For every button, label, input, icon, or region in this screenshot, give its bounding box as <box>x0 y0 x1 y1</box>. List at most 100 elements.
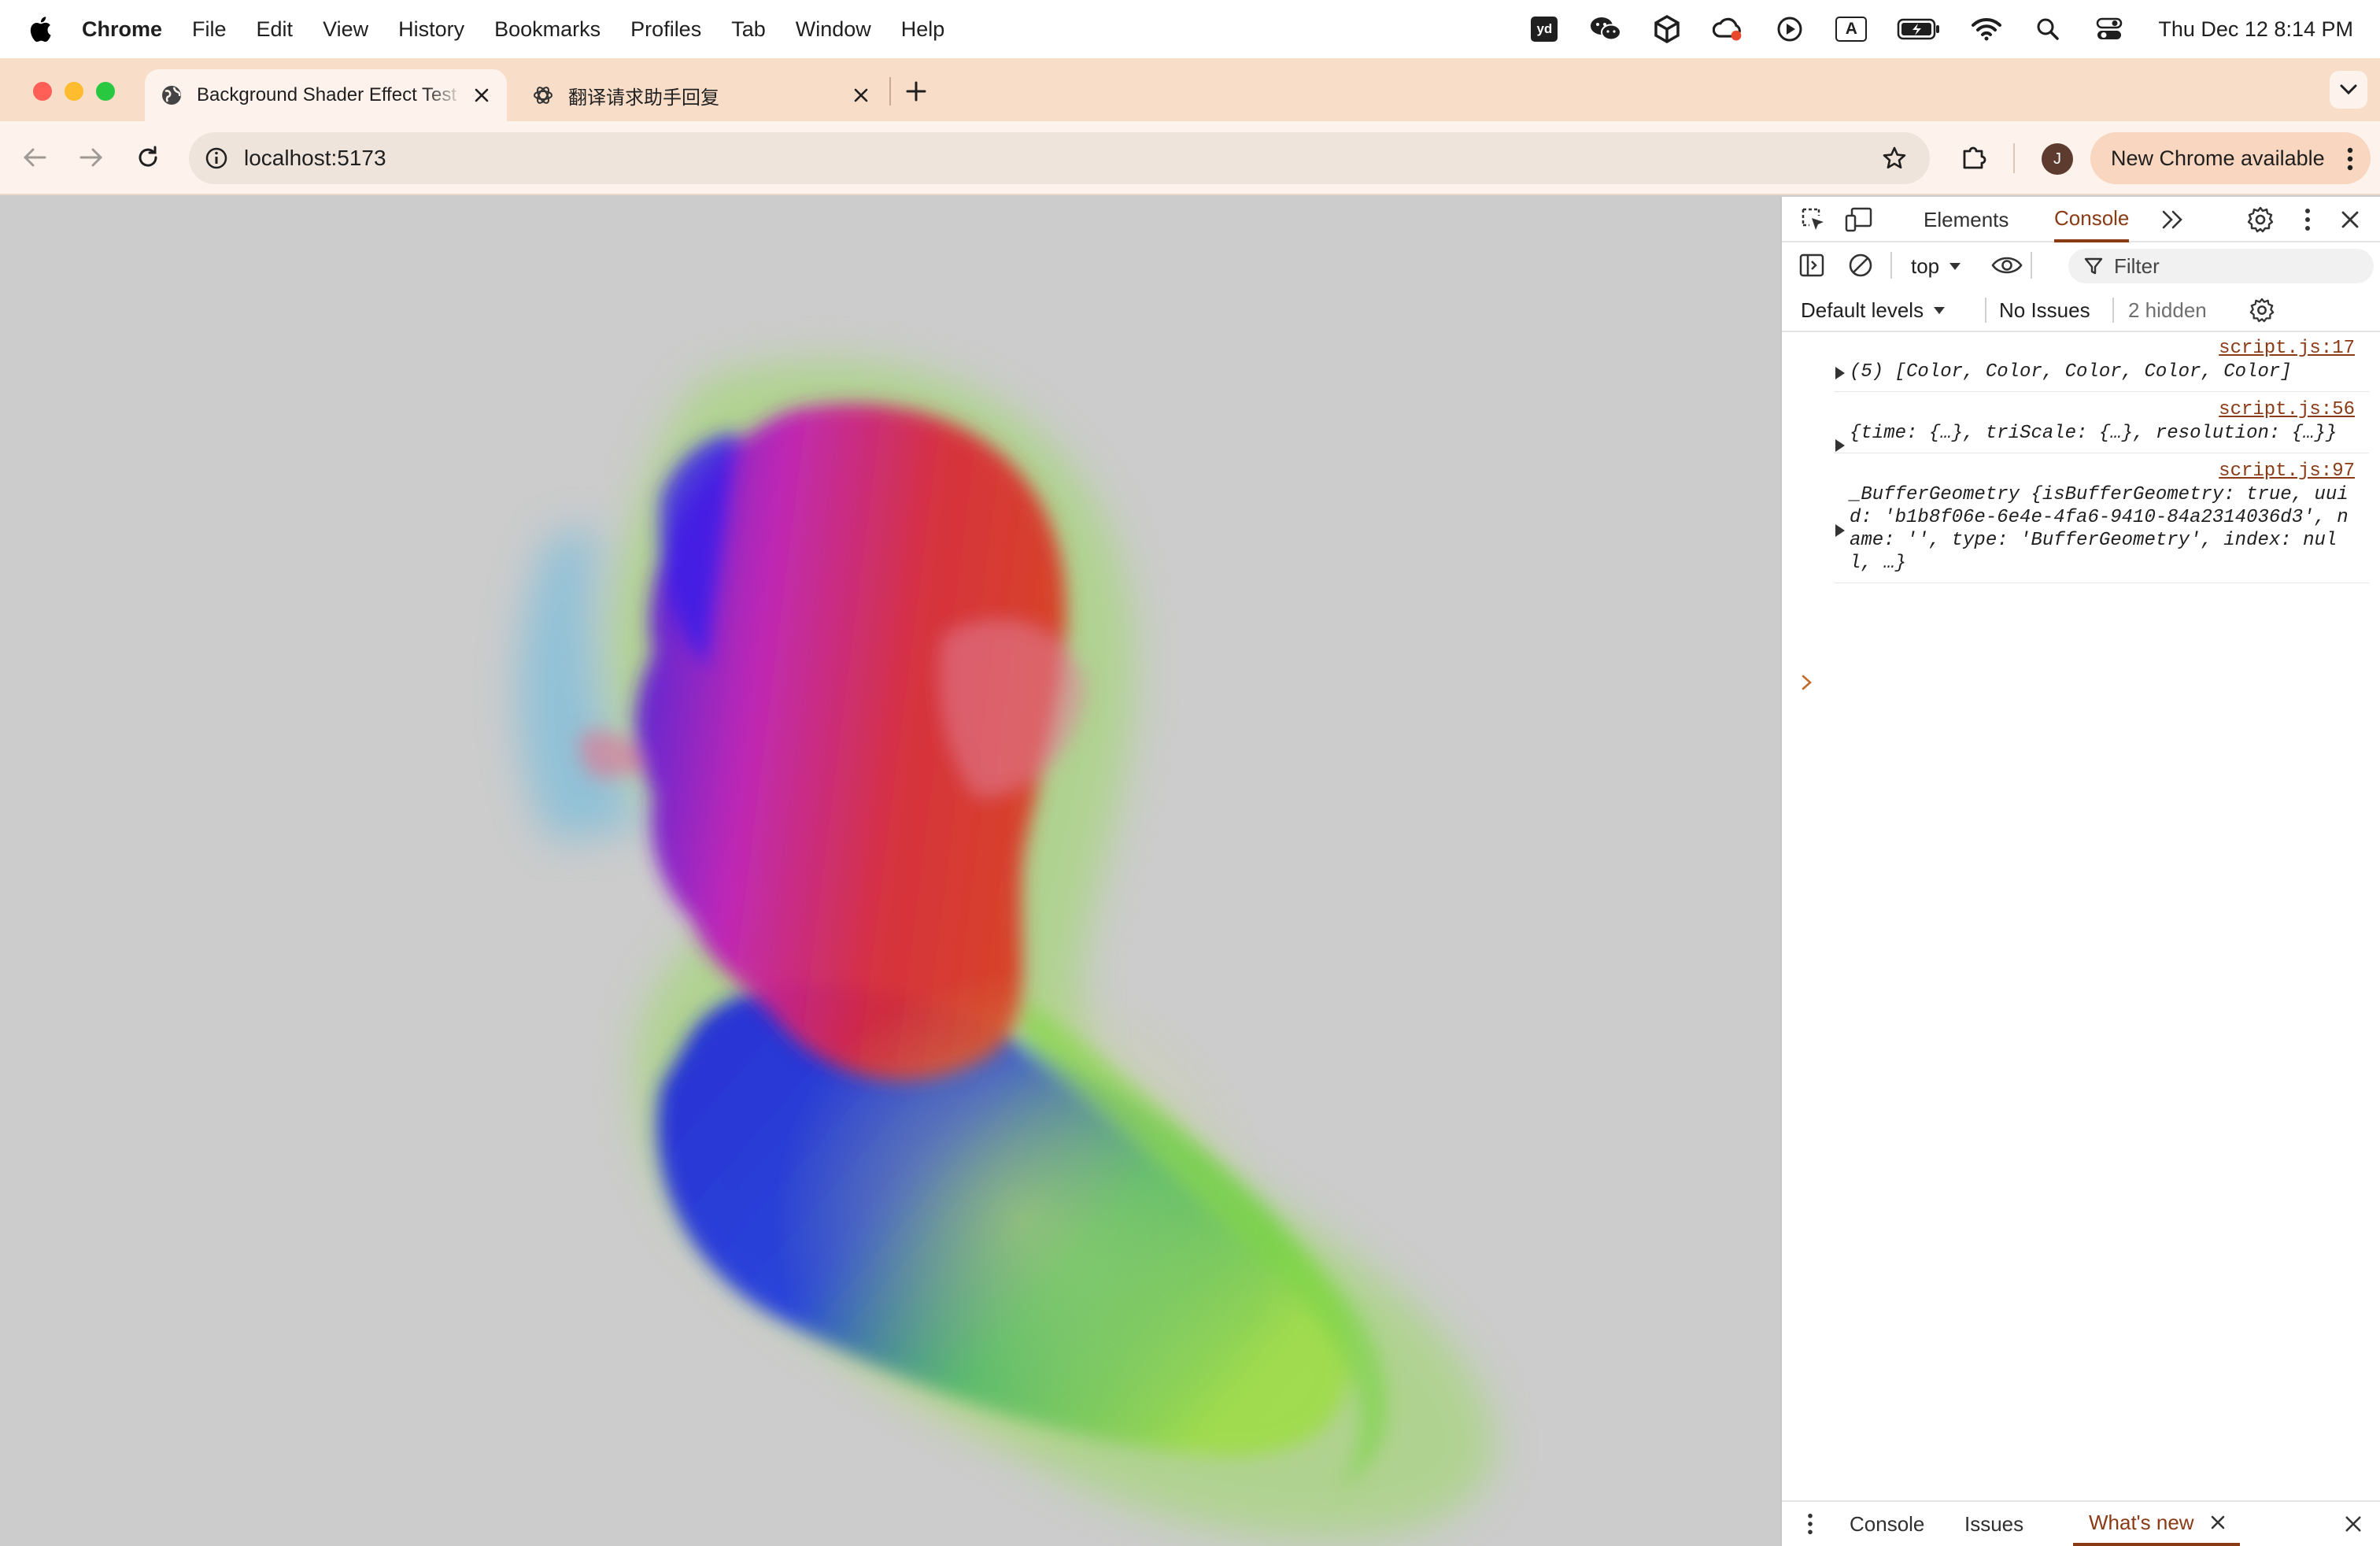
devtools-panel: Elements Console top Filter Default leve… <box>1780 197 2380 1546</box>
menu-bookmarks[interactable]: Bookmarks <box>494 17 601 42</box>
openai-icon <box>532 84 554 106</box>
url-text[interactable]: localhost:5173 <box>244 146 386 171</box>
shader-head-render[interactable] <box>0 197 1780 1546</box>
close-tab-icon[interactable] <box>2210 1515 2226 1530</box>
wechat-icon[interactable] <box>1590 13 1622 45</box>
expand-triangle-icon[interactable] <box>1835 439 1845 452</box>
message-source-link[interactable]: script.js:56 <box>1834 398 2369 422</box>
drawer-tab-whats-new[interactable]: What's new <box>2073 1502 2240 1546</box>
sidebar-toggle-icon[interactable] <box>1796 250 1828 281</box>
console-prompt-chevron-icon[interactable] <box>1801 672 1820 696</box>
console-settings-gear-icon[interactable] <box>2246 294 2278 326</box>
default-levels-dropdown[interactable]: Default levels <box>1801 288 1946 332</box>
profile-avatar[interactable]: J <box>2042 143 2073 175</box>
message-text[interactable]: {time: {…}, triScale: {…}, resolution: {… <box>1834 422 2369 453</box>
menu-tab[interactable]: Tab <box>731 17 766 42</box>
menu-history[interactable]: History <box>398 17 464 42</box>
device-toolbar-icon[interactable] <box>1843 204 1875 235</box>
new-tab-plus-icon[interactable] <box>900 76 932 107</box>
input-source-label: A <box>1835 17 1868 42</box>
levels-label: Default levels <box>1801 298 1924 322</box>
hidden-count: 2 hidden <box>2128 298 2207 322</box>
message-text[interactable]: _BufferGeometry {isBufferGeometry: true,… <box>1834 483 2369 583</box>
tab-elements[interactable]: Elements <box>1924 197 2009 242</box>
unity-icon[interactable] <box>1651 13 1683 45</box>
console-message[interactable]: script.js:97 _BufferGeometry {isBufferGe… <box>1834 453 2369 583</box>
message-source-link[interactable]: script.js:97 <box>1834 460 2369 483</box>
more-tabs-chevron-icon[interactable] <box>2156 204 2188 235</box>
drawer-tab-issues[interactable]: Issues <box>1964 1502 2023 1546</box>
dropdown-triangle-icon <box>1934 307 1946 314</box>
message-text[interactable]: (5) [Color, Color, Color, Color, Color] <box>1834 361 2369 391</box>
context-selector[interactable]: top <box>1911 250 1961 282</box>
address-bar[interactable]: localhost:5173 <box>189 132 1930 184</box>
browser-toolbar: localhost:5173 J New Chrome available <box>0 121 2380 195</box>
site-info-icon[interactable] <box>203 145 230 172</box>
apple-menu-icon[interactable] <box>19 0 61 58</box>
creative-cloud-icon[interactable] <box>1713 13 1744 45</box>
drawer-kebab-icon[interactable] <box>1794 1508 1826 1540</box>
menu-window[interactable]: Window <box>796 17 871 42</box>
expand-triangle-icon[interactable] <box>1835 524 1845 537</box>
globe-icon <box>161 84 183 106</box>
devtools-tab-bar: Elements Console <box>1782 197 2380 242</box>
control-center-icon[interactable] <box>2094 13 2125 45</box>
status-area: yd A Thu Dec 12 8:14 PM <box>1528 0 2353 58</box>
tab-title: 翻译请求助手回复 <box>568 87 719 109</box>
console-message[interactable]: script.js:56 {time: {…}, triScale: {…}, … <box>1834 392 2369 453</box>
filter-input[interactable] <box>2114 253 2366 279</box>
forward-arrow-icon[interactable] <box>74 140 109 175</box>
drawer-tab-console[interactable]: Console <box>1850 1502 1924 1546</box>
menu-file[interactable]: File <box>192 17 227 42</box>
drawer-tab-label: What's new <box>2089 1510 2194 1534</box>
toolbar-divider <box>2112 298 2114 323</box>
settings-gear-icon[interactable] <box>2245 204 2276 235</box>
back-arrow-icon[interactable] <box>17 140 52 175</box>
issues-link[interactable]: No Issues <box>1999 288 2090 332</box>
console-filter[interactable] <box>2068 249 2374 283</box>
inspect-element-icon[interactable] <box>1798 204 1829 235</box>
menubar-clock[interactable]: Thu Dec 12 8:14 PM <box>2158 17 2353 42</box>
play-icon[interactable] <box>1774 13 1805 45</box>
tab-strip: Background Shader Effect Test 翻译请求助手回复 <box>0 58 2380 121</box>
toolbar-divider <box>1985 298 1986 323</box>
devtools-kebab-icon[interactable] <box>2292 204 2323 235</box>
tab-title: Background Shader Effect Test <box>197 84 456 105</box>
tab-close-icon[interactable] <box>850 84 872 106</box>
tab-close-icon[interactable] <box>471 84 493 106</box>
window-zoom-button[interactable] <box>96 82 115 101</box>
expand-triangle-icon[interactable] <box>1835 367 1845 379</box>
close-drawer-icon[interactable] <box>2338 1508 2369 1540</box>
battery-icon[interactable] <box>1897 13 1941 45</box>
tab-background-shader[interactable]: Background Shader Effect Test <box>145 69 507 121</box>
extensions-puzzle-icon[interactable] <box>1955 139 1993 176</box>
filter-funnel-icon <box>2084 257 2103 275</box>
message-source-link[interactable]: script.js:17 <box>1834 337 2369 361</box>
youdao-icon[interactable]: yd <box>1528 13 1560 45</box>
menu-edit[interactable]: Edit <box>257 17 294 42</box>
wifi-icon[interactable] <box>1971 13 2002 45</box>
menu-app-name[interactable]: Chrome <box>82 17 162 42</box>
bookmark-star-icon[interactable] <box>1879 143 1909 173</box>
page-viewport[interactable] <box>0 197 1780 1546</box>
console-toolbar: top <box>1782 242 2380 288</box>
clear-console-icon[interactable] <box>1845 250 1876 281</box>
toolbar-divider <box>2013 143 2015 173</box>
console-message[interactable]: script.js:17 (5) [Color, Color, Color, C… <box>1834 334 2369 392</box>
tab-search-chevron-icon[interactable] <box>2330 71 2367 109</box>
menu-help[interactable]: Help <box>901 17 945 42</box>
kebab-menu-icon[interactable] <box>2347 147 2353 176</box>
live-expression-eye-icon[interactable] <box>1991 250 2023 281</box>
tab-translation-helper[interactable]: 翻译请求助手回复 <box>516 69 886 121</box>
tab-console[interactable]: Console <box>2054 197 2130 242</box>
spotlight-search-icon[interactable] <box>2032 13 2064 45</box>
new-chrome-available-button[interactable]: New Chrome available <box>2090 132 2371 184</box>
window-close-button[interactable] <box>33 82 52 101</box>
menu-profiles[interactable]: Profiles <box>630 17 701 42</box>
new-chrome-label: New Chrome available <box>2111 146 2325 170</box>
input-source-icon[interactable]: A <box>1835 13 1868 45</box>
close-devtools-icon[interactable] <box>2334 204 2366 235</box>
menu-view[interactable]: View <box>323 17 368 42</box>
window-minimize-button[interactable] <box>65 82 83 101</box>
reload-icon[interactable] <box>131 140 165 175</box>
